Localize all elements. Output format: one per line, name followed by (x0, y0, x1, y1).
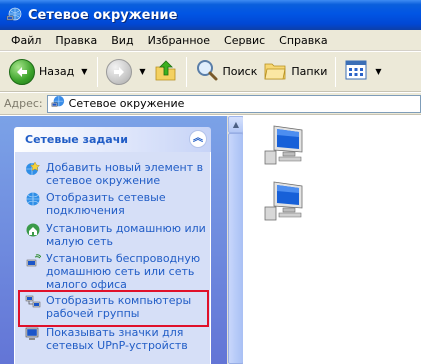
highlight-annotation (18, 290, 209, 327)
search-button[interactable]: Поиск (192, 55, 261, 89)
task-upnp-devices[interactable]: Показывать значки для сетевых UPnP-устро… (25, 326, 206, 352)
back-arrow-icon (9, 58, 35, 85)
network-places-icon (6, 7, 22, 23)
menu-edit[interactable]: Правка (48, 31, 104, 50)
content-area (243, 116, 421, 364)
network-tasks-title: Сетевые задачи (25, 133, 128, 146)
add-network-place-icon (25, 161, 41, 177)
back-button[interactable]: Назад (6, 55, 77, 89)
task-pane-scrollbar[interactable]: ▲ (227, 116, 244, 364)
menu-favorites[interactable]: Избранное (141, 31, 217, 50)
task-wireless-network-setup[interactable]: Установить беспроводную домашнюю сеть ил… (25, 252, 206, 291)
toolbar: Назад ▼ ▼ Поиск Папки ▼ (0, 52, 421, 92)
network-tasks-body: Добавить новый элемент в сетевое окружен… (14, 152, 211, 364)
forward-button[interactable] (103, 55, 135, 89)
views-button[interactable] (341, 55, 371, 89)
folders-icon (263, 58, 287, 85)
menu-help[interactable]: Справка (272, 31, 334, 50)
wireless-network-setup-icon (25, 252, 42, 268)
collapse-chevron-icon[interactable]: ︽ (189, 130, 207, 148)
task-label[interactable]: Отобразить сетевые подключения (46, 191, 206, 217)
task-label[interactable]: Добавить новый элемент в сетевое окружен… (46, 161, 206, 187)
toolbar-separator (185, 56, 187, 87)
forward-arrow-icon (106, 58, 133, 85)
network-computer-icon[interactable] (261, 180, 305, 224)
menu-bar: Файл Правка Вид Избранное Сервис Справка (0, 30, 421, 51)
toolbar-separator (97, 56, 99, 87)
scroll-up-arrow-icon[interactable]: ▲ (228, 116, 244, 133)
address-field[interactable]: Сетевое окружение (46, 94, 421, 113)
back-label: Назад (39, 65, 75, 78)
task-label[interactable]: Показывать значки для сетевых UPnP-устро… (46, 326, 206, 352)
search-icon (195, 58, 219, 85)
folders-button[interactable]: Папки (260, 55, 330, 89)
forward-dropdown-arrow-icon[interactable]: ▼ (139, 67, 145, 76)
views-dropdown-arrow-icon[interactable]: ▼ (375, 67, 381, 76)
task-label[interactable]: Установить домашнюю или малую сеть (46, 222, 206, 248)
task-network-connections[interactable]: Отобразить сетевые подключения (25, 191, 206, 217)
search-label: Поиск (222, 65, 258, 78)
window-title: Сетевое окружение (28, 7, 178, 23)
folders-label: Папки (291, 65, 328, 78)
task-label[interactable]: Установить беспроводную домашнюю сеть ил… (46, 252, 206, 291)
task-add-network-place[interactable]: Добавить новый элемент в сетевое окружен… (25, 161, 206, 187)
network-computer-icon[interactable] (261, 124, 305, 168)
network-connections-icon (25, 191, 41, 207)
toolbar-separator (335, 56, 337, 87)
scroll-thumb[interactable] (228, 133, 244, 364)
home-network-setup-icon (25, 222, 41, 238)
menu-tools[interactable]: Сервис (217, 31, 272, 50)
views-icon (344, 58, 368, 85)
back-dropdown-arrow-icon[interactable]: ▼ (81, 67, 87, 76)
title-bar[interactable]: Сетевое окружение (0, 0, 421, 30)
upnp-devices-icon (25, 326, 41, 342)
address-value: Сетевое окружение (68, 97, 185, 110)
task-home-network-setup[interactable]: Установить домашнюю или малую сеть (25, 222, 206, 248)
address-bar: Адрес: Сетевое окружение (0, 93, 421, 115)
up-button[interactable] (151, 55, 181, 89)
address-label: Адрес: (4, 97, 43, 110)
menu-file[interactable]: Файл (4, 31, 48, 50)
menu-view[interactable]: Вид (104, 31, 140, 50)
network-places-icon (51, 95, 65, 112)
network-tasks-header[interactable]: Сетевые задачи ︽ (14, 127, 211, 152)
folder-up-icon (154, 58, 178, 85)
